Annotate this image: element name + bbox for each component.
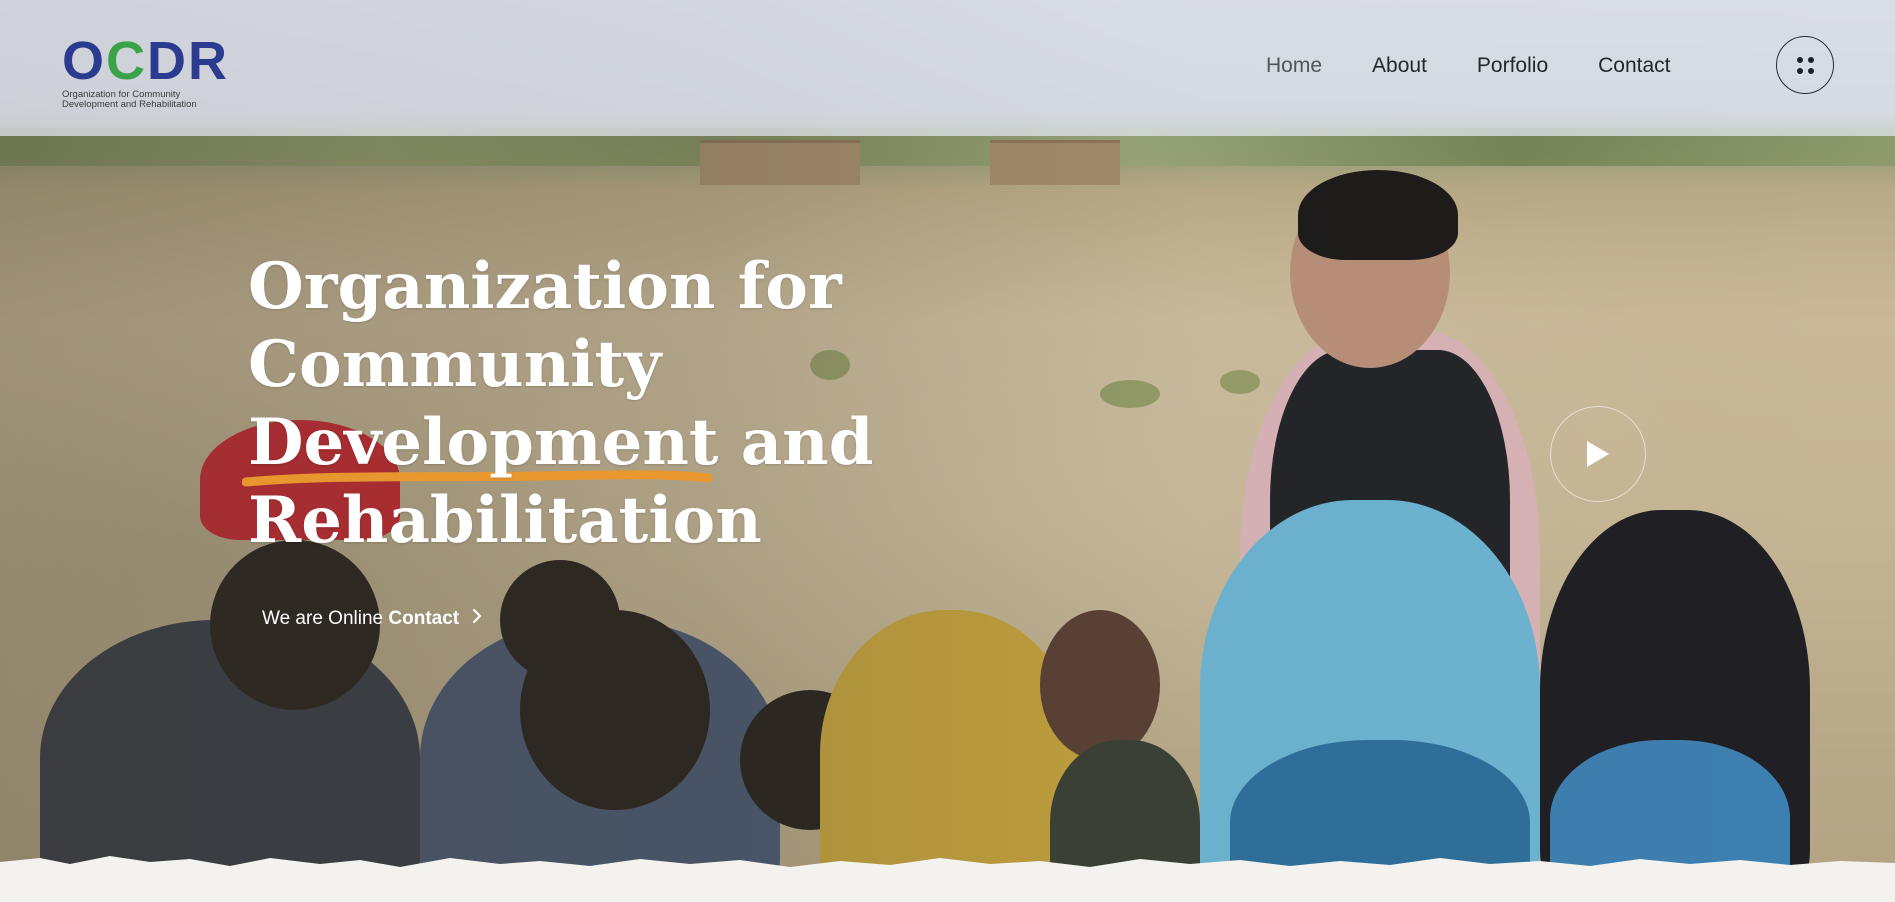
grid-dots-icon [1797, 57, 1814, 74]
logo[interactable]: OCDR Organization for Community Developm… [62, 31, 252, 110]
highlighted-word: Development [242, 404, 718, 487]
cta-contact-link[interactable]: Contact [388, 608, 459, 629]
chevron-right-icon[interactable] [472, 608, 482, 630]
main-nav: Home About Porfolio Contact [1266, 54, 1721, 78]
menu-button[interactable] [1776, 36, 1834, 94]
cta-text: We are Online [262, 608, 384, 629]
hero-headline: Organization for Community Development a… [242, 248, 928, 560]
headline-line: Community [248, 327, 662, 402]
headline-line: Rehabilitation [248, 483, 762, 558]
play-video-button[interactable] [1550, 406, 1646, 502]
logo-subtitle: Organization for Community Development a… [62, 89, 197, 110]
nav-item-home[interactable]: Home [1266, 54, 1322, 78]
headline-line: Organization for [248, 249, 842, 324]
play-icon [1587, 441, 1609, 467]
nav-item-contact[interactable]: Contact [1598, 54, 1670, 78]
headline-line: Development and [242, 404, 928, 487]
logo-mark: OCDR [62, 31, 230, 91]
cta-row: We are Online Contact [262, 608, 482, 630]
torn-paper-divider [0, 856, 1895, 902]
header: OCDR Organization for Community Developm… [0, 0, 1895, 136]
nav-item-portfolio[interactable]: Porfolio [1477, 54, 1548, 78]
nav-item-about[interactable]: About [1372, 54, 1427, 78]
